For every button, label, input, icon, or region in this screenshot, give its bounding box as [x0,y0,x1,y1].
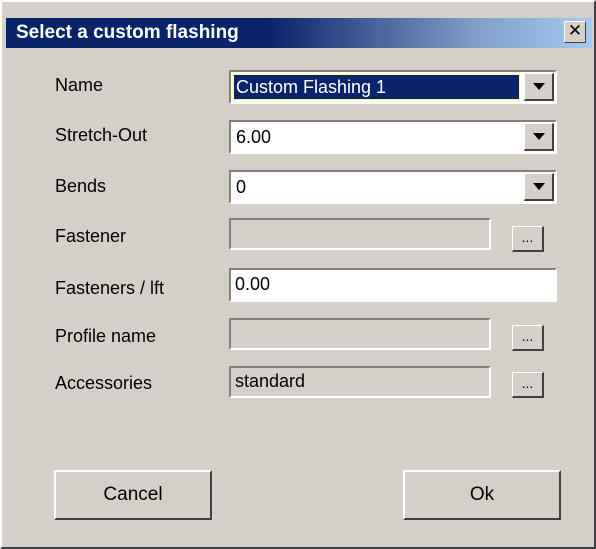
close-icon: ✕ [567,21,583,40]
chevron-down-icon[interactable] [524,123,554,151]
bends-select[interactable]: 0 [229,170,557,204]
profile-name-label: Profile name [55,326,157,346]
stretch-out-select[interactable]: 6.00 [229,120,557,154]
bends-select-value: 0 [236,177,247,197]
name-label: Name [55,75,104,95]
fastener-label: Fastener [55,226,127,246]
stretch-out-label: Stretch-Out [55,125,148,145]
name-select[interactable]: Custom Flashing 1 [229,70,557,104]
ok-button[interactable]: Ok [403,470,561,520]
accessories-browse-button[interactable]: ... [512,372,544,398]
accessories-field: standard [229,366,491,398]
bends-label: Bends [55,176,107,196]
fasteners-per-lft-input[interactable]: 0.00 [229,268,557,302]
name-select-value: Custom Flashing 1 [233,74,520,100]
dialog-title: Select a custom flashing [16,22,239,43]
custom-flashing-dialog: Select a custom flashing ✕ Name Custom F… [0,0,596,549]
profile-name-field [229,318,491,350]
stretch-out-select-value: 6.00 [236,127,272,147]
fastener-browse-button[interactable]: ... [512,226,544,252]
close-button[interactable]: ✕ [564,21,586,43]
chevron-down-icon[interactable] [524,73,554,101]
fasteners-per-lft-label: Fasteners / lft [55,278,165,298]
chevron-down-icon[interactable] [524,173,554,201]
fastener-field [229,218,491,250]
accessories-label: Accessories [55,373,153,393]
title-bar: Select a custom flashing ✕ [6,18,592,48]
profile-name-browse-button[interactable]: ... [512,325,544,351]
cancel-button[interactable]: Cancel [54,470,212,520]
